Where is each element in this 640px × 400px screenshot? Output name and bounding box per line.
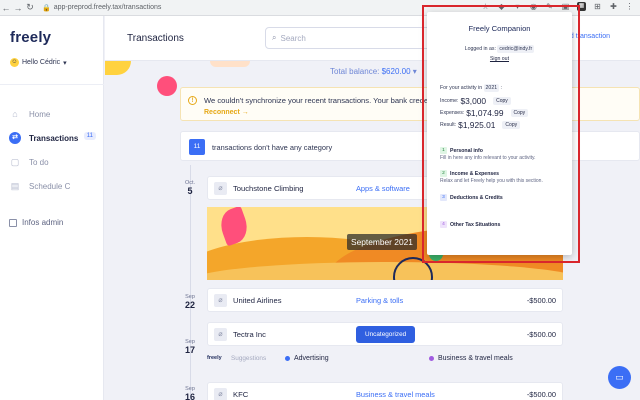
- search-input[interactable]: [280, 33, 421, 43]
- date-label: Sep 16: [177, 386, 203, 400]
- timeline-line: [190, 165, 191, 400]
- date-day: 22: [184, 300, 195, 310]
- reload-icon[interactable]: ↻: [24, 2, 36, 13]
- date-day: 5: [187, 186, 193, 196]
- suggestion-label: Business & travel meals: [438, 355, 513, 362]
- chat-button[interactable]: ▭: [608, 366, 631, 389]
- sidebar-item-transactions[interactable]: ⇄ Transactions 11: [0, 126, 104, 150]
- address-bar[interactable]: 🔒 app-preprod.freely.tax/transactions: [42, 2, 442, 13]
- category-label[interactable]: Business & travel meals: [356, 390, 435, 399]
- reconnect-link[interactable]: Reconnect →: [204, 109, 249, 116]
- extension-icon[interactable]: ⊞: [593, 2, 602, 11]
- sidebar-item-label: To do: [29, 157, 49, 167]
- paperclip-icon[interactable]: ⌀: [214, 294, 227, 307]
- warning-icon: !: [188, 96, 197, 105]
- todo-icon: ▢: [10, 157, 20, 167]
- checkbox[interactable]: [9, 218, 17, 227]
- amount: -$500.00: [526, 390, 556, 399]
- category-label[interactable]: Parking & tolls: [356, 296, 403, 305]
- sidebar-item-label: Home: [29, 109, 51, 119]
- forward-icon[interactable]: →: [12, 3, 24, 13]
- merchant-name: Tectra Inc: [233, 330, 266, 339]
- sidebar-item-todo[interactable]: ▢ To do: [0, 150, 104, 174]
- total-balance-label: Total balance:: [330, 67, 380, 76]
- date-label: Oct. 5: [177, 180, 203, 196]
- sidebar-item-label: Transactions: [29, 133, 79, 143]
- total-balance-value: $620.00: [381, 67, 411, 76]
- infos-admin-label: Infos admin: [22, 218, 64, 227]
- decorative-shape: [210, 61, 250, 67]
- color-dot: [429, 356, 434, 361]
- table-row[interactable]: ⌀ KFC Business & travel meals -$500.00: [207, 382, 563, 400]
- user-menu[interactable]: ☺ Hello Cédric ▾: [10, 58, 67, 67]
- color-dot: [285, 356, 290, 361]
- merchant-name: Touchstone Climbing: [233, 184, 304, 193]
- home-icon: ⌂: [12, 109, 18, 119]
- category-label[interactable]: Apps & software: [356, 184, 410, 193]
- date-day: 16: [184, 392, 195, 400]
- suggestion-chip[interactable]: Advertising: [285, 355, 329, 362]
- merchant-name: United Airlines: [233, 296, 282, 305]
- paperclip-icon[interactable]: ⌀: [214, 388, 227, 400]
- sidebar-item-label: Schedule C: [29, 181, 71, 191]
- decorative-shape: [157, 76, 177, 96]
- transactions-icon: ⇄: [9, 132, 21, 144]
- menu-icon[interactable]: ⋮: [625, 2, 634, 11]
- merchant-name: KFC: [233, 390, 249, 399]
- amount: -$500.00: [526, 330, 556, 339]
- total-balance[interactable]: Total balance: $620.00 ▾: [330, 67, 417, 76]
- decorative-shape: [105, 61, 131, 75]
- chat-icon: ▭: [615, 372, 624, 382]
- date-label: Sep 22: [177, 294, 203, 310]
- date-label: Sep 17: [177, 339, 203, 355]
- uncategorized-button[interactable]: Uncategorized: [356, 326, 416, 343]
- sidebar-item-schedule-c[interactable]: ▤ Schedule C: [0, 174, 104, 198]
- sidebar-item-home[interactable]: ⌂ Home: [0, 102, 104, 126]
- uncategorized-text: transactions don't have any category: [212, 143, 333, 152]
- freely-logo: freely: [207, 355, 222, 361]
- highlight-frame: [422, 5, 580, 263]
- schedule-icon: ▤: [10, 181, 20, 191]
- paperclip-icon[interactable]: ⌀: [214, 182, 227, 195]
- table-row[interactable]: ⌀ Tectra Inc Uncategorized -$500.00: [207, 322, 563, 346]
- page-title: Transactions: [127, 33, 184, 44]
- suggestion-label: Advertising: [294, 355, 329, 362]
- suggestions-row: freely Suggestions Advertising Business …: [207, 349, 563, 371]
- sidebar-nav: ⌂ Home ⇄ Transactions 11 ▢ To do ▤ Sched…: [0, 102, 104, 198]
- user-greeting: Hello Cédric: [22, 59, 61, 66]
- chevron-down-icon: ▾: [412, 67, 417, 76]
- divider: [0, 84, 104, 85]
- suggestions-label: Suggestions: [231, 355, 267, 362]
- date-day: 17: [184, 345, 195, 355]
- suggestion-chip[interactable]: Business & travel meals: [429, 355, 513, 362]
- amount: -$500.00: [526, 296, 556, 305]
- puzzle-icon[interactable]: ✚: [609, 2, 618, 11]
- paperclip-icon[interactable]: ⌀: [214, 328, 227, 341]
- table-row[interactable]: ⌀ United Airlines Parking & tolls -$500.…: [207, 288, 563, 312]
- sidebar: freely ☺ Hello Cédric ▾ ⌂ Home ⇄ Transac…: [0, 16, 104, 400]
- app-logo[interactable]: freely: [10, 29, 51, 46]
- search-icon: ⌕: [272, 33, 277, 42]
- search-box[interactable]: ⌕: [265, 27, 435, 49]
- infos-admin-toggle[interactable]: Infos admin: [9, 218, 63, 227]
- url-text: app-preprod.freely.tax/transactions: [53, 4, 162, 11]
- uncategorized-count: 11: [189, 139, 205, 155]
- back-icon[interactable]: ←: [0, 3, 12, 13]
- lock-icon: 🔒: [42, 4, 51, 12]
- count-badge: 11: [83, 132, 96, 140]
- month-label: September 2021: [347, 234, 417, 250]
- avatar: ☺: [10, 58, 19, 67]
- chevron-down-icon: ▾: [63, 59, 67, 67]
